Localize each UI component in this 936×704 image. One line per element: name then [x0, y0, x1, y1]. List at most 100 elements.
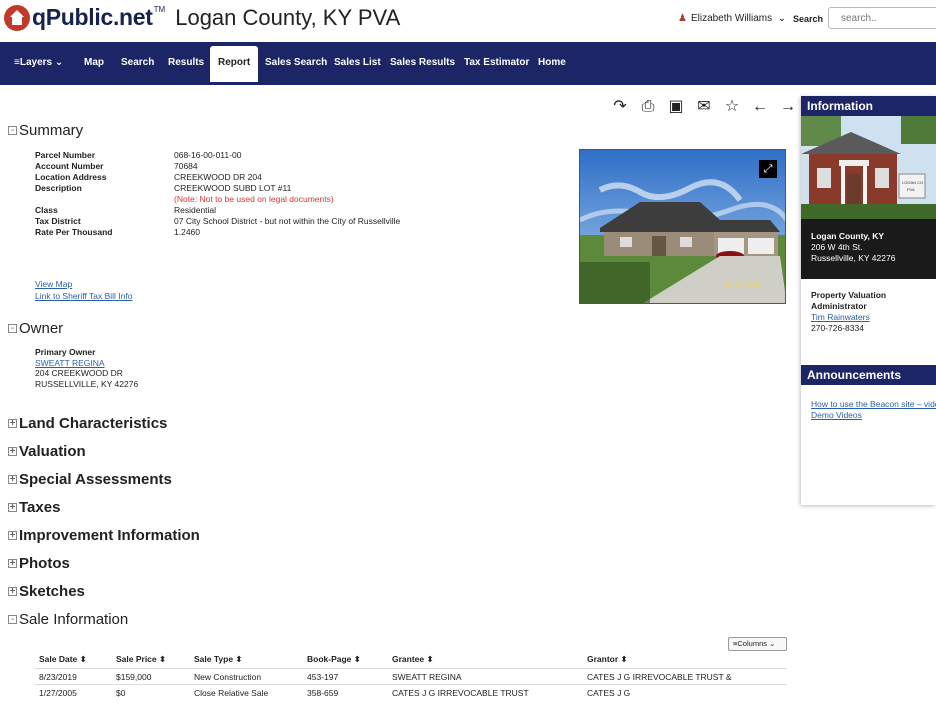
expand-icon: + — [8, 558, 17, 569]
section-sale-information[interactable]: - Sale Information — [8, 611, 128, 628]
photo-date: 01.09.2019 — [725, 282, 760, 289]
col-sale-type[interactable]: Sale Type ⬍ — [194, 654, 243, 665]
search-input[interactable] — [828, 7, 936, 29]
expand-icon: + — [8, 502, 17, 513]
col-sale-price[interactable]: Sale Price ⬍ — [116, 654, 166, 665]
table-divider — [35, 668, 787, 669]
collapse-icon: - — [8, 615, 17, 625]
col-sale-date[interactable]: Sale Date ⬍ — [39, 654, 87, 665]
parcel-value: 068-16-00-011-00 — [174, 150, 242, 160]
expand-icon[interactable]: ⤢ — [759, 160, 777, 178]
nav-tax-estimator[interactable]: Tax Estimator — [464, 57, 529, 68]
section-special-assessments[interactable]: + Special Assessments — [8, 471, 172, 488]
share-icon[interactable]: ↷ — [609, 96, 631, 118]
owner-address2: RUSSELLVILLE, KY 42276 — [35, 378, 139, 389]
owner-label: Primary Owner — [35, 347, 96, 357]
nav-sales-list[interactable]: Sales List — [334, 57, 381, 68]
nav-map[interactable]: Map — [84, 57, 104, 68]
columns-button[interactable]: ≡Columns ⌄ — [728, 637, 787, 651]
sheriff-tax-link[interactable]: Link to Sheriff Tax Bill Info — [35, 291, 133, 301]
table-cell: CATES J G IRREVOCABLE TRUST & — [587, 672, 732, 682]
demo-videos-link[interactable]: Demo Videos — [811, 410, 936, 421]
search-label: Search — [793, 14, 824, 24]
view-map-link[interactable]: View Map — [35, 279, 72, 289]
beacon-video-link[interactable]: How to use the Beacon site – video — [811, 399, 936, 410]
location-label: Location Address — [35, 172, 107, 182]
legal-note: (Note: Not to be used on legal documents… — [174, 194, 334, 204]
description-value: CREEKWOOD SUBD LOT #11 — [174, 183, 292, 193]
email-icon[interactable]: ✉ — [693, 96, 715, 118]
nav-home[interactable]: Home — [538, 57, 566, 68]
district-label: Tax District — [35, 216, 81, 226]
image-icon[interactable]: ▣ — [665, 96, 687, 118]
office-city: Russellville, KY 42276 — [811, 253, 896, 263]
table-cell: New Construction — [194, 672, 262, 682]
pva-contact: Property Valuation Administrator Tim Rai… — [801, 279, 936, 355]
pva-phone: 270-726-8334 — [811, 323, 864, 333]
nav-search[interactable]: Search — [121, 57, 154, 68]
expand-icon: + — [8, 530, 17, 541]
district-value: 07 City School District - but not within… — [174, 216, 401, 226]
pva-title-2: Administrator — [811, 301, 867, 311]
expand-icon: + — [8, 446, 17, 457]
table-cell: 453-197 — [307, 672, 339, 682]
expand-icon: + — [8, 586, 17, 597]
section-valuation[interactable]: + Valuation — [8, 443, 86, 460]
nav-sales-search[interactable]: Sales Search — [265, 57, 327, 68]
property-photo[interactable]: 01.09.2019 ⤢ — [579, 149, 786, 304]
parcel-label: Parcel Number — [35, 150, 95, 160]
section-sketches[interactable]: + Sketches — [8, 583, 85, 600]
user-menu[interactable]: ♟ Elizabeth Williams ⌄ — [678, 13, 786, 24]
print-icon[interactable]: ⎙ — [637, 96, 659, 118]
location-value: CREEKWOOD DR 204 — [174, 172, 262, 182]
collapse-icon: - — [8, 126, 17, 136]
section-summary[interactable]: - Summary — [8, 122, 83, 139]
main-nav: ≡Layers ⌄ Map Search Results Report Sale… — [0, 42, 936, 85]
section-photos[interactable]: + Photos — [8, 555, 70, 572]
arrow-left-icon[interactable]: ← — [749, 96, 771, 118]
office-street: 206 W 4th St. — [811, 242, 863, 252]
owner-address1: 204 CREEKWOOD DR — [35, 368, 123, 378]
nav-layers[interactable]: ≡Layers ⌄ — [14, 57, 63, 68]
user-name: Elizabeth Williams — [690, 13, 773, 24]
nav-sales-results[interactable]: Sales Results — [390, 57, 455, 68]
table-cell: 358-659 — [307, 688, 339, 698]
col-grantor[interactable]: Grantor ⬍ — [587, 654, 628, 665]
table-cell: Close Relative Sale — [194, 688, 269, 698]
col-grantee[interactable]: Grantee ⬍ — [392, 654, 434, 665]
class-label: Class — [35, 205, 58, 215]
trademark: TM — [153, 5, 166, 14]
nav-report[interactable]: Report — [210, 46, 259, 82]
star-icon[interactable]: ☆ — [721, 96, 743, 118]
col-book-page[interactable]: Book-Page ⬍ — [307, 654, 361, 665]
sign-line1: LOGAN CO. — [902, 180, 924, 185]
nav-results[interactable]: Results — [168, 57, 204, 68]
table-divider — [35, 684, 787, 685]
pva-title-1: Property Valuation — [811, 290, 887, 300]
report-actions: ↷ ⎙ ▣ ✉ ☆ ← → — [609, 96, 805, 118]
top-bar: qPublic.net TM Logan County, KY PVA ♟ El… — [0, 0, 936, 42]
user-icon: ♟ — [678, 13, 687, 24]
table-cell: CATES J G IRREVOCABLE TRUST — [392, 688, 529, 698]
site-logo[interactable]: qPublic.net TM Logan County, KY PVA — [4, 4, 400, 31]
section-improvement[interactable]: + Improvement Information — [8, 527, 200, 544]
page-title: Logan County, KY PVA — [175, 4, 401, 30]
account-value: 70684 — [174, 161, 198, 171]
house-logo-icon — [4, 4, 30, 31]
table-cell: 8/23/2019 — [39, 672, 77, 682]
description-label: Description — [35, 183, 82, 193]
owner-name-link[interactable]: SWEATT REGINA — [35, 358, 138, 369]
arrow-right-icon[interactable]: → — [777, 96, 799, 118]
info-sidebar: Information LOGAN CO. PVA Logan County, … — [801, 96, 936, 505]
collapse-icon: - — [8, 324, 17, 334]
expand-icon: + — [8, 474, 17, 485]
office-address: Logan County, KY 206 W 4th St. Russellvi… — [801, 219, 936, 279]
table-cell: SWEATT REGINA — [392, 672, 462, 682]
section-owner[interactable]: - Owner — [8, 320, 63, 337]
class-value: Residential — [174, 205, 217, 215]
section-land[interactable]: + Land Characteristics — [8, 415, 167, 432]
announcements-title: Announcements — [801, 365, 936, 385]
pva-name-link[interactable]: Tim Rainwaters — [811, 312, 936, 323]
house-photo: 01.09.2019 — [580, 150, 785, 303]
section-taxes[interactable]: + Taxes — [8, 499, 60, 516]
